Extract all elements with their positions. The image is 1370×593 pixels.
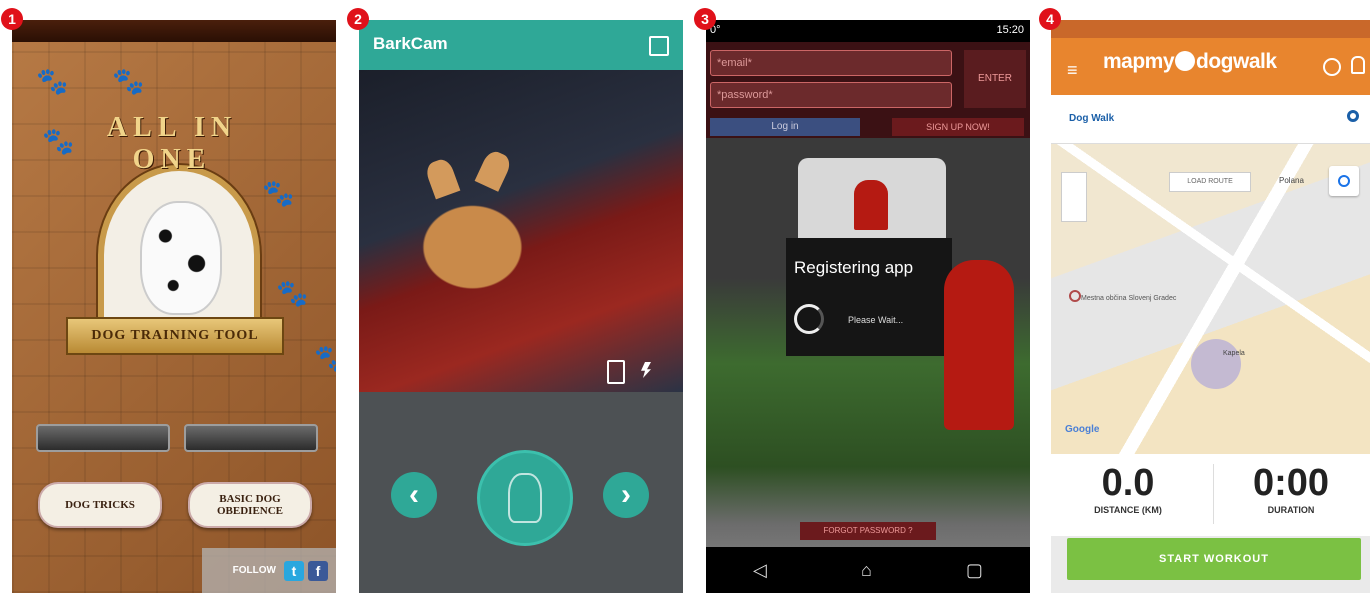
paw-print-icon: 🐾 <box>314 343 336 373</box>
load-route-button[interactable]: LOAD ROUTE <box>1169 172 1251 192</box>
dog-logo-icon <box>1175 51 1196 71</box>
duration-value: 0:00 <box>1252 462 1330 504</box>
enter-button[interactable]: ENTER <box>964 50 1026 108</box>
workout-stats: 0.0 DISTANCE (KM) 0:00 DURATION <box>1051 454 1370 536</box>
fire-hydrant <box>944 260 1014 430</box>
dog-training-app-screen: 🐾 🐾 🐾 🐾 🐾 🐾 ALL IN ONE DOG TRAINING TOOL… <box>12 20 336 593</box>
stats-divider <box>1213 464 1214 524</box>
next-button[interactable]: › <box>603 472 649 518</box>
obedience-button[interactable]: BASIC DOG OBEDIENCE <box>188 482 312 528</box>
twitter-icon[interactable]: t <box>284 560 304 581</box>
logo-part-1: mapmy <box>1103 50 1175 73</box>
my-location-button[interactable] <box>1329 166 1359 196</box>
paw-print-icon: 🐾 <box>36 66 69 96</box>
paw-print-icon: 🐾 <box>276 278 309 308</box>
map-place-label: Kapela <box>1223 350 1245 357</box>
fire-hydrant-app-screen: 0° 15:20 *email* *password* ENTER Log in… <box>706 20 1030 593</box>
gallery-icon[interactable] <box>649 36 669 56</box>
mapmydogwalk-app-screen: ≡ mapmy dogwalk Dog Walk LOAD ROUTE Polan… <box>1051 20 1370 593</box>
map-pin-icon <box>1069 290 1081 302</box>
flash-icon[interactable] <box>641 362 651 378</box>
top-bar <box>12 20 336 42</box>
previous-button[interactable]: ‹ <box>391 472 437 518</box>
registering-dialog: Registering app Please Wait... <box>786 238 952 356</box>
camera-switch-icon[interactable] <box>607 360 625 384</box>
logo-part-2: dogwalk <box>1196 50 1277 73</box>
status-bar <box>1051 20 1370 38</box>
dialog-title: Registering app <box>794 258 914 277</box>
facebook-login-button[interactable]: Log in <box>710 118 860 136</box>
camera-preview <box>359 70 683 392</box>
user-location-marker <box>1191 339 1241 389</box>
panel-number-badge: 4 <box>1039 8 1061 30</box>
location-icon <box>1338 175 1350 187</box>
paw-print-icon: 🐾 <box>42 126 75 156</box>
dog-ear <box>423 156 461 200</box>
clicker-button[interactable] <box>184 424 318 452</box>
map-view[interactable]: LOAD ROUTE Polanа Mestna občina Slovenj … <box>1051 144 1370 474</box>
activity-selector[interactable]: Dog Walk <box>1051 95 1370 144</box>
login-form: *email* *password* ENTER Log in SIGN UP … <box>706 42 1030 138</box>
barkcam-app-screen: BarkCam ‹ › <box>359 20 683 593</box>
google-watermark: Google <box>1065 424 1100 435</box>
dialog-message: Please Wait... <box>848 315 904 325</box>
dog-tricks-button[interactable]: DOG TRICKS <box>38 482 162 528</box>
password-placeholder: *password* <box>717 89 773 101</box>
email-field[interactable]: *email* <box>710 50 952 76</box>
dalmatian-icon <box>140 201 222 315</box>
app-bar: BarkCam <box>359 20 683 70</box>
whistle-button[interactable] <box>36 424 170 452</box>
map-place-label: Polanа <box>1279 176 1304 185</box>
map-place-label: Mestna občina Slovenj Gradec <box>1081 295 1177 302</box>
distance-value: 0.0 <box>1101 462 1155 504</box>
status-bar: 0° 15:20 <box>706 20 1030 42</box>
notifications-icon[interactable] <box>1323 58 1341 76</box>
paw-print-icon: 🐾 <box>262 178 295 208</box>
app-title: ALL IN ONE <box>106 112 238 175</box>
status-time: 15:20 <box>996 24 1024 36</box>
dog-ear <box>474 148 514 192</box>
panel-number-badge: 2 <box>347 8 369 30</box>
title-ribbon: DOG TRAINING TOOL <box>66 317 284 355</box>
panel-number-badge: 3 <box>694 8 716 30</box>
password-field[interactable]: *password* <box>710 82 952 108</box>
duration-stat: 0:00 DURATION <box>1231 462 1351 515</box>
app-logo: mapmy dogwalk <box>1103 50 1277 74</box>
hydrant-icon <box>854 180 888 230</box>
activity-label: Dog Walk <box>1069 113 1115 124</box>
app-bar: ≡ mapmy dogwalk <box>1051 38 1370 95</box>
forgot-password-button[interactable]: FORGOT PASSWORD ? <box>800 522 936 540</box>
android-nav-bar: ◁ ⌂ ▢ <box>706 547 1030 593</box>
email-placeholder: *email* <box>717 57 752 69</box>
menu-icon[interactable]: ≡ <box>1067 60 1078 81</box>
capture-button[interactable] <box>477 450 573 546</box>
dog-icon <box>508 473 542 523</box>
back-icon[interactable]: ◁ <box>753 560 767 581</box>
home-icon[interactable]: ⌂ <box>861 560 872 581</box>
start-workout-button[interactable]: START WORKOUT <box>1067 538 1361 580</box>
app-brand: BarkCam <box>373 34 448 53</box>
signup-button[interactable]: SIGN UP NOW! <box>892 118 1024 136</box>
distance-label: DISTANCE (KM) <box>1094 505 1162 515</box>
facebook-icon[interactable]: f <box>308 560 328 581</box>
paw-print-icon: 🐾 <box>112 66 145 96</box>
panel-number-badge: 1 <box>1 8 23 30</box>
distance-stat: 0.0 DISTANCE (KM) <box>1069 462 1187 515</box>
duration-label: DURATION <box>1267 505 1315 515</box>
bell-icon[interactable] <box>1351 56 1365 74</box>
settings-icon[interactable] <box>1347 110 1359 122</box>
zoom-controls[interactable] <box>1061 172 1087 222</box>
follow-bar: FOLLOW t f <box>202 548 336 593</box>
follow-label: FOLLOW <box>232 565 276 576</box>
recents-icon[interactable]: ▢ <box>966 560 983 581</box>
spinner-icon <box>794 304 824 334</box>
